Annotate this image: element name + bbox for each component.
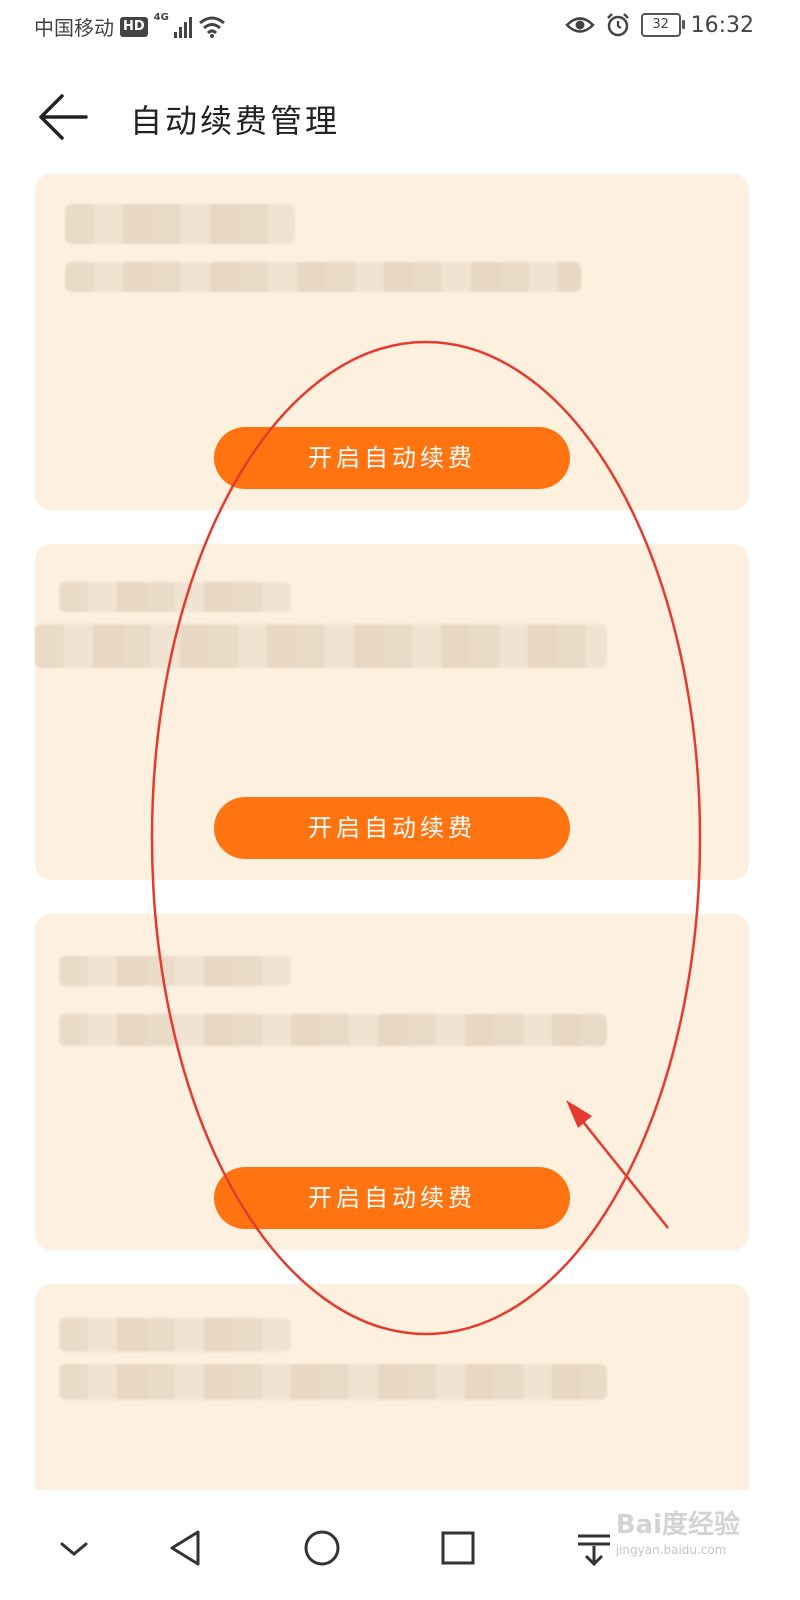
redacted-text xyxy=(59,1014,607,1046)
chevron-down-icon[interactable] xyxy=(46,1520,102,1576)
renewal-card xyxy=(35,1284,749,1504)
redacted-text xyxy=(59,956,291,986)
wifi-icon xyxy=(198,16,225,38)
watermark-brand: Bai度经验 xyxy=(615,1510,740,1540)
alarm-icon xyxy=(606,13,629,37)
redacted-text xyxy=(59,1364,607,1400)
enable-auto-renew-button[interactable]: 开启自动续费 xyxy=(214,1167,570,1229)
redacted-text xyxy=(65,204,295,244)
nav-back-icon[interactable] xyxy=(158,1520,214,1576)
eye-icon xyxy=(564,17,595,33)
watermark: Bai度经验 jingyan.baidu.com xyxy=(616,1504,740,1557)
nav-recent-icon[interactable] xyxy=(430,1520,486,1576)
carrier-name: 中国移动 xyxy=(34,16,114,40)
redacted-text xyxy=(59,1318,291,1352)
status-left: 中国移动 HD 4G xyxy=(34,12,226,41)
cell-signal-icon: 4G xyxy=(153,11,192,40)
system-nav-bar: Bai度经验 jingyan.baidu.com xyxy=(0,1490,800,1600)
network-type: 4G xyxy=(153,11,169,23)
renewal-card: 开启自动续费 xyxy=(35,544,749,880)
nav-home-icon[interactable] xyxy=(294,1520,350,1576)
clock: 16:32 xyxy=(690,12,754,38)
page-title: 自动续费管理 xyxy=(130,102,341,140)
nav-pulldown-icon[interactable] xyxy=(566,1520,622,1576)
renewal-card: 开启自动续费 xyxy=(35,914,749,1250)
battery-indicator: 32 xyxy=(640,13,685,37)
status-bar: 中国移动 HD 4G 32 16:32 xyxy=(0,0,800,56)
status-right: 32 16:32 xyxy=(564,12,754,38)
enable-auto-renew-button[interactable]: 开启自动续费 xyxy=(214,797,570,859)
enable-auto-renew-button[interactable]: 开启自动续费 xyxy=(214,427,570,489)
redacted-text xyxy=(35,624,607,668)
watermark-url: jingyan.baidu.com xyxy=(615,1543,727,1557)
renewal-card: 开启自动续费 xyxy=(35,174,749,510)
hd-badge: HD xyxy=(120,16,148,37)
app-header: 自动续费管理 xyxy=(0,72,800,162)
back-arrow-icon[interactable] xyxy=(36,90,90,144)
redacted-text xyxy=(59,582,291,612)
redacted-text xyxy=(65,262,581,292)
